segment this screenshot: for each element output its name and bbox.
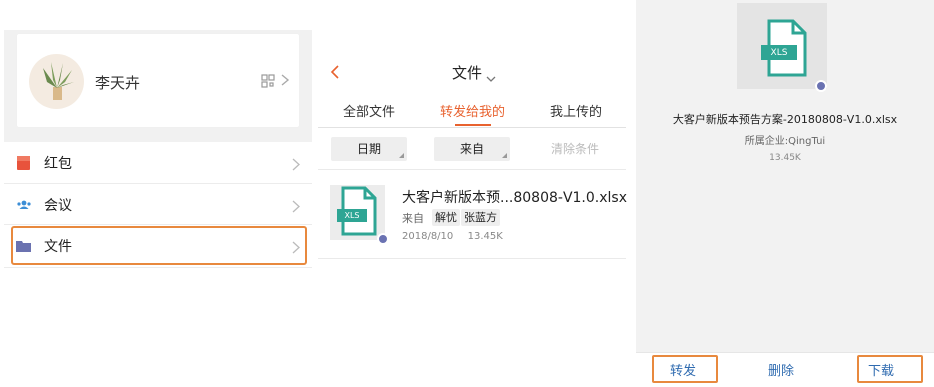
- file-date: 2018/8/10: [402, 231, 454, 242]
- download-button[interactable]: 下载: [868, 360, 894, 379]
- from-user-tag: 解忧: [432, 209, 460, 226]
- clear-filters-button[interactable]: 清除条件: [551, 137, 599, 161]
- chevron-right-icon: [292, 156, 300, 171]
- chevron-right-icon: [280, 72, 290, 86]
- date-filter-button[interactable]: 日期: [331, 137, 407, 161]
- file-size: 13.45K: [769, 153, 801, 163]
- from-label: 来自: [402, 212, 424, 225]
- file-type-label: XLS: [770, 48, 788, 58]
- shared-badge-icon: [815, 80, 827, 92]
- from-filter-button[interactable]: 来自: [434, 137, 510, 161]
- dropdown-corner-icon: [502, 153, 507, 158]
- chevron-down-icon[interactable]: [486, 68, 496, 82]
- file-name: 大客户新版本预...80808-V1.0.xlsx: [402, 190, 627, 206]
- date-filter-label: 日期: [356, 142, 381, 156]
- file-type-label: XLS: [344, 211, 360, 220]
- files-list-panel: 文件 全部文件 转发给我的 我上传的 日期 来自 清除条件 XLS 大客户新版本…: [318, 48, 627, 263]
- qr-code-icon[interactable]: [261, 73, 275, 88]
- file-detail-panel: XLS 大客户新版本预告方案-20180808-V1.0.xlsx 所属企业:Q…: [636, 0, 934, 387]
- company-label: 所属企业:QingTui: [744, 136, 826, 147]
- menu-item-red-packet[interactable]: 红包: [4, 142, 312, 182]
- red-packet-icon: [16, 155, 32, 170]
- chevron-right-icon: [292, 198, 300, 213]
- file-name: 大客户新版本预告方案-20180808-V1.0.xlsx: [672, 113, 898, 126]
- from-user-tag: 张蓝方: [461, 209, 500, 226]
- profile-name: 李天卉: [95, 74, 141, 92]
- profile-card[interactable]: 李天卉: [17, 34, 299, 127]
- forward-button[interactable]: 转发: [670, 360, 696, 379]
- delete-button[interactable]: 删除: [768, 360, 794, 379]
- back-arrow-icon[interactable]: [330, 64, 340, 79]
- people-icon: [16, 197, 32, 211]
- action-bar: 转发 删除 下载: [636, 352, 934, 387]
- active-tab-indicator: [455, 124, 491, 126]
- tab-forwarded-to-me[interactable]: 转发给我的: [440, 101, 505, 120]
- dropdown-corner-icon: [399, 153, 404, 158]
- divider: [318, 169, 626, 170]
- files-highlight-box: [11, 226, 307, 265]
- menu-item-label: 红包: [44, 156, 72, 172]
- tab-my-uploads[interactable]: 我上传的: [550, 101, 602, 120]
- file-meta: 2018/8/10 13.45K: [402, 231, 503, 242]
- divider: [4, 267, 312, 268]
- tab-all-files[interactable]: 全部文件: [343, 101, 395, 120]
- file-preview: XLS: [737, 3, 827, 92]
- me-panel: 李天卉 红包 会议 文件: [4, 0, 312, 387]
- page-title[interactable]: 文件: [452, 62, 482, 83]
- divider: [318, 127, 626, 128]
- menu-item-meeting[interactable]: 会议: [4, 184, 312, 224]
- from-filter-label: 来自: [459, 142, 484, 156]
- menu-item-label: 会议: [44, 198, 72, 214]
- divider: [318, 258, 626, 259]
- file-thumbnail: XLS: [330, 185, 389, 245]
- avatar: [29, 54, 84, 109]
- file-size: 13.45K: [467, 231, 503, 242]
- shared-badge-icon: [377, 233, 389, 245]
